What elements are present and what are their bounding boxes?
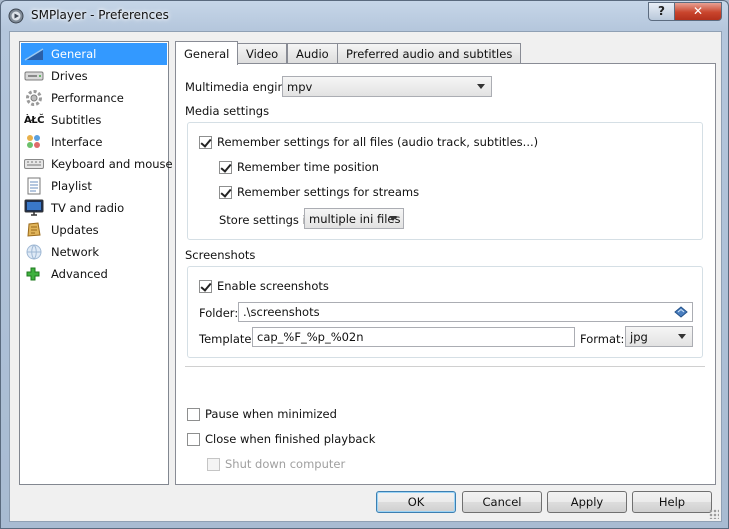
sidebar-item-general[interactable]: General [21,43,167,65]
template-value: cap_%F_%p_%02n [257,330,364,344]
sidebar-item-label: TV and radio [51,201,125,215]
store-settings-label: Store settings in [219,213,314,227]
screenshots-group: Enable screenshots Folder: .\screenshots… [187,266,703,358]
performance-icon [24,89,44,107]
enable-screenshots-label: Enable screenshots [217,279,329,293]
close-finished-label: Close when finished playback [205,432,376,446]
tab-preferred-audio-subtitles[interactable]: Preferred audio and subtitles [337,43,522,64]
sidebar-item-performance[interactable]: Performance [21,87,167,109]
checkbox-box [219,185,232,199]
interface-icon [24,133,44,151]
template-input[interactable]: cap_%F_%p_%02n [252,327,575,347]
apply-button[interactable]: Apply [547,491,627,513]
sidebar-item-drives[interactable]: Drives [21,65,167,87]
screenshots-title: Screenshots [185,248,256,262]
sidebar-item-label: Advanced [51,267,108,281]
folder-value: .\screenshots [243,305,320,319]
title-close-button[interactable]: ✕ [674,2,722,21]
preferences-window: SMPlayer - Preferences ? ✕ General Drive… [0,0,729,529]
chevron-down-icon [678,334,686,339]
close-finished-checkbox[interactable]: Close when finished playback [187,432,375,446]
subtitles-icon: ÀŁČ [24,114,45,126]
sidebar-item-label: Network [51,245,100,259]
sidebar-item-label: Drives [51,69,88,83]
format-label: Format: [580,332,625,346]
section-list[interactable]: General Drives Performance ÀŁČ Subtitles [19,41,173,485]
template-label: Template: [199,332,256,346]
sidebar-item-advanced[interactable]: Advanced [21,263,167,285]
network-icon [24,243,44,261]
chevron-down-icon [389,216,397,221]
sidebar-item-label: Updates [51,223,99,237]
engine-label: Multimedia engine: [185,80,296,94]
checkbox-box [187,407,200,421]
tab-audio[interactable]: Audio [287,43,338,64]
resize-grip[interactable] [709,509,719,519]
drives-icon [24,67,44,85]
checkbox-box [199,279,212,293]
sidebar-item-tv-radio[interactable]: TV and radio [21,197,167,219]
remember-streams-label: Remember settings for streams [237,185,420,199]
pause-minimized-checkbox[interactable]: Pause when minimized [187,407,337,421]
general-icon [24,45,44,63]
separator [185,366,705,367]
sidebar-item-label: Subtitles [51,113,102,127]
updates-icon [24,221,44,239]
format-value: jpg [630,329,648,344]
sidebar-item-subtitles[interactable]: ÀŁČ Subtitles [21,109,167,131]
sidebar-item-playlist[interactable]: Playlist [21,175,167,197]
sidebar-item-interface[interactable]: Interface [21,131,167,153]
shutdown-checkbox[interactable]: Shut down computer [207,457,345,471]
chevron-down-icon [477,84,485,89]
folder-input[interactable]: .\screenshots [238,302,693,322]
sidebar-item-label: General [51,47,97,61]
remember-time-checkbox[interactable]: Remember time position [219,160,379,174]
pause-minimized-label: Pause when minimized [205,407,337,421]
cancel-button[interactable]: Cancel [462,491,542,513]
folder-browse-icon[interactable] [674,306,688,318]
help-button[interactable]: Help [632,491,712,513]
sidebar-item-label: Playlist [51,179,92,193]
sidebar-item-keyboard[interactable]: Keyboard and mouse [21,153,173,175]
store-settings-value: multiple ini files [309,211,401,226]
sidebar-item-network[interactable]: Network [21,241,167,263]
ok-button[interactable]: OK [376,491,456,513]
tv-icon [24,199,44,217]
format-select[interactable]: jpg [625,326,693,347]
remember-all-checkbox[interactable]: Remember settings for all files (audio t… [199,135,538,149]
folder-label: Folder: [199,306,239,320]
store-settings-select[interactable]: multiple ini files [304,208,404,229]
remember-time-label: Remember time position [237,160,379,174]
enable-screenshots-checkbox[interactable]: Enable screenshots [199,279,329,293]
keyboard-icon [24,155,44,173]
checkbox-box [187,432,200,446]
checkbox-box [219,160,232,174]
playlist-icon [24,177,44,195]
smplayer-app-icon [8,8,24,24]
tab-video[interactable]: Video [237,43,288,64]
sidebar-item-label: Performance [51,91,124,105]
checkbox-box [207,457,220,471]
sidebar-item-updates[interactable]: Updates [21,219,167,241]
title-help-button[interactable]: ? [648,2,675,21]
media-settings-title: Media settings [185,104,270,118]
engine-select[interactable]: mpv [282,76,492,97]
title-bar[interactable]: SMPlayer - Preferences ? ✕ [1,1,728,31]
tab-general[interactable]: General [175,41,239,65]
media-settings-group: Remember settings for all files (audio t… [187,122,703,240]
engine-value: mpv [287,79,313,94]
shutdown-label: Shut down computer [225,457,346,471]
advanced-icon [24,265,44,283]
window-title: SMPlayer - Preferences [31,8,169,22]
dialog-client: General Drives Performance ÀŁČ Subtitles [9,31,722,522]
sidebar-item-label: Keyboard and mouse [51,157,173,171]
remember-all-label: Remember settings for all files (audio t… [217,135,539,149]
remember-streams-checkbox[interactable]: Remember settings for streams [219,185,419,199]
general-tab-panel: Multimedia engine: mpv Media settings Re… [175,63,716,485]
sidebar-item-label: Interface [51,135,103,149]
checkbox-box [199,135,212,149]
